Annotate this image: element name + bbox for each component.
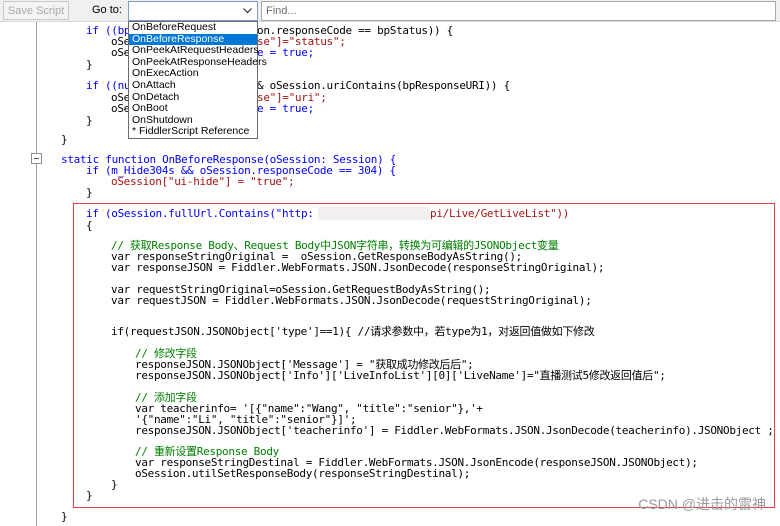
code-line: if(requestJSON.JSONObject['type']==1){ /… <box>111 325 595 338</box>
code-line: oSession.utilSetResponseBody(responseStr… <box>135 467 471 480</box>
code-editor[interactable]: if ((bp on.responseCode == bpStatus)) { … <box>0 0 780 526</box>
code-line: var responseJSON = Fiddler.WebFormats.JS… <box>111 261 605 274</box>
code-line: { <box>86 219 93 232</box>
redacted-url <box>318 207 430 220</box>
code-line: } <box>111 478 118 491</box>
code-line: if (oSession.fullUrl.Contains("http: <box>86 207 314 220</box>
dropdown-item[interactable]: OnAttach <box>129 79 257 92</box>
code-line: } <box>86 114 93 127</box>
code-line: e = true; <box>257 102 314 115</box>
code-line: responseJSON.JSONObject['teacherinfo'] =… <box>135 424 774 437</box>
watermark: CSDN @进击的雷神 <box>638 496 766 512</box>
code-line: var requestJSON = Fiddler.WebFormats.JSO… <box>111 294 592 307</box>
code-line: } <box>86 58 93 71</box>
code-line: pi/Live/GetLiveList")) <box>430 207 570 220</box>
dropdown-item[interactable]: OnBeforeRequest <box>129 21 257 34</box>
dropdown-item[interactable]: * FiddlerScript Reference <box>129 126 257 138</box>
code-line: } <box>86 186 93 199</box>
code-line: responseJSON.JSONObject['Info']['LiveInf… <box>135 369 666 382</box>
code-line: } <box>61 133 68 146</box>
code-line: oSession["ui-hide"] = "true"; <box>111 175 295 188</box>
code-line: } <box>61 510 68 523</box>
dropdown-item[interactable]: OnBoot <box>129 103 257 115</box>
code-line: } <box>86 489 93 502</box>
goto-dropdown-list[interactable]: OnBeforeRequest OnBeforeResponse OnPeekAtR… <box>128 21 267 139</box>
